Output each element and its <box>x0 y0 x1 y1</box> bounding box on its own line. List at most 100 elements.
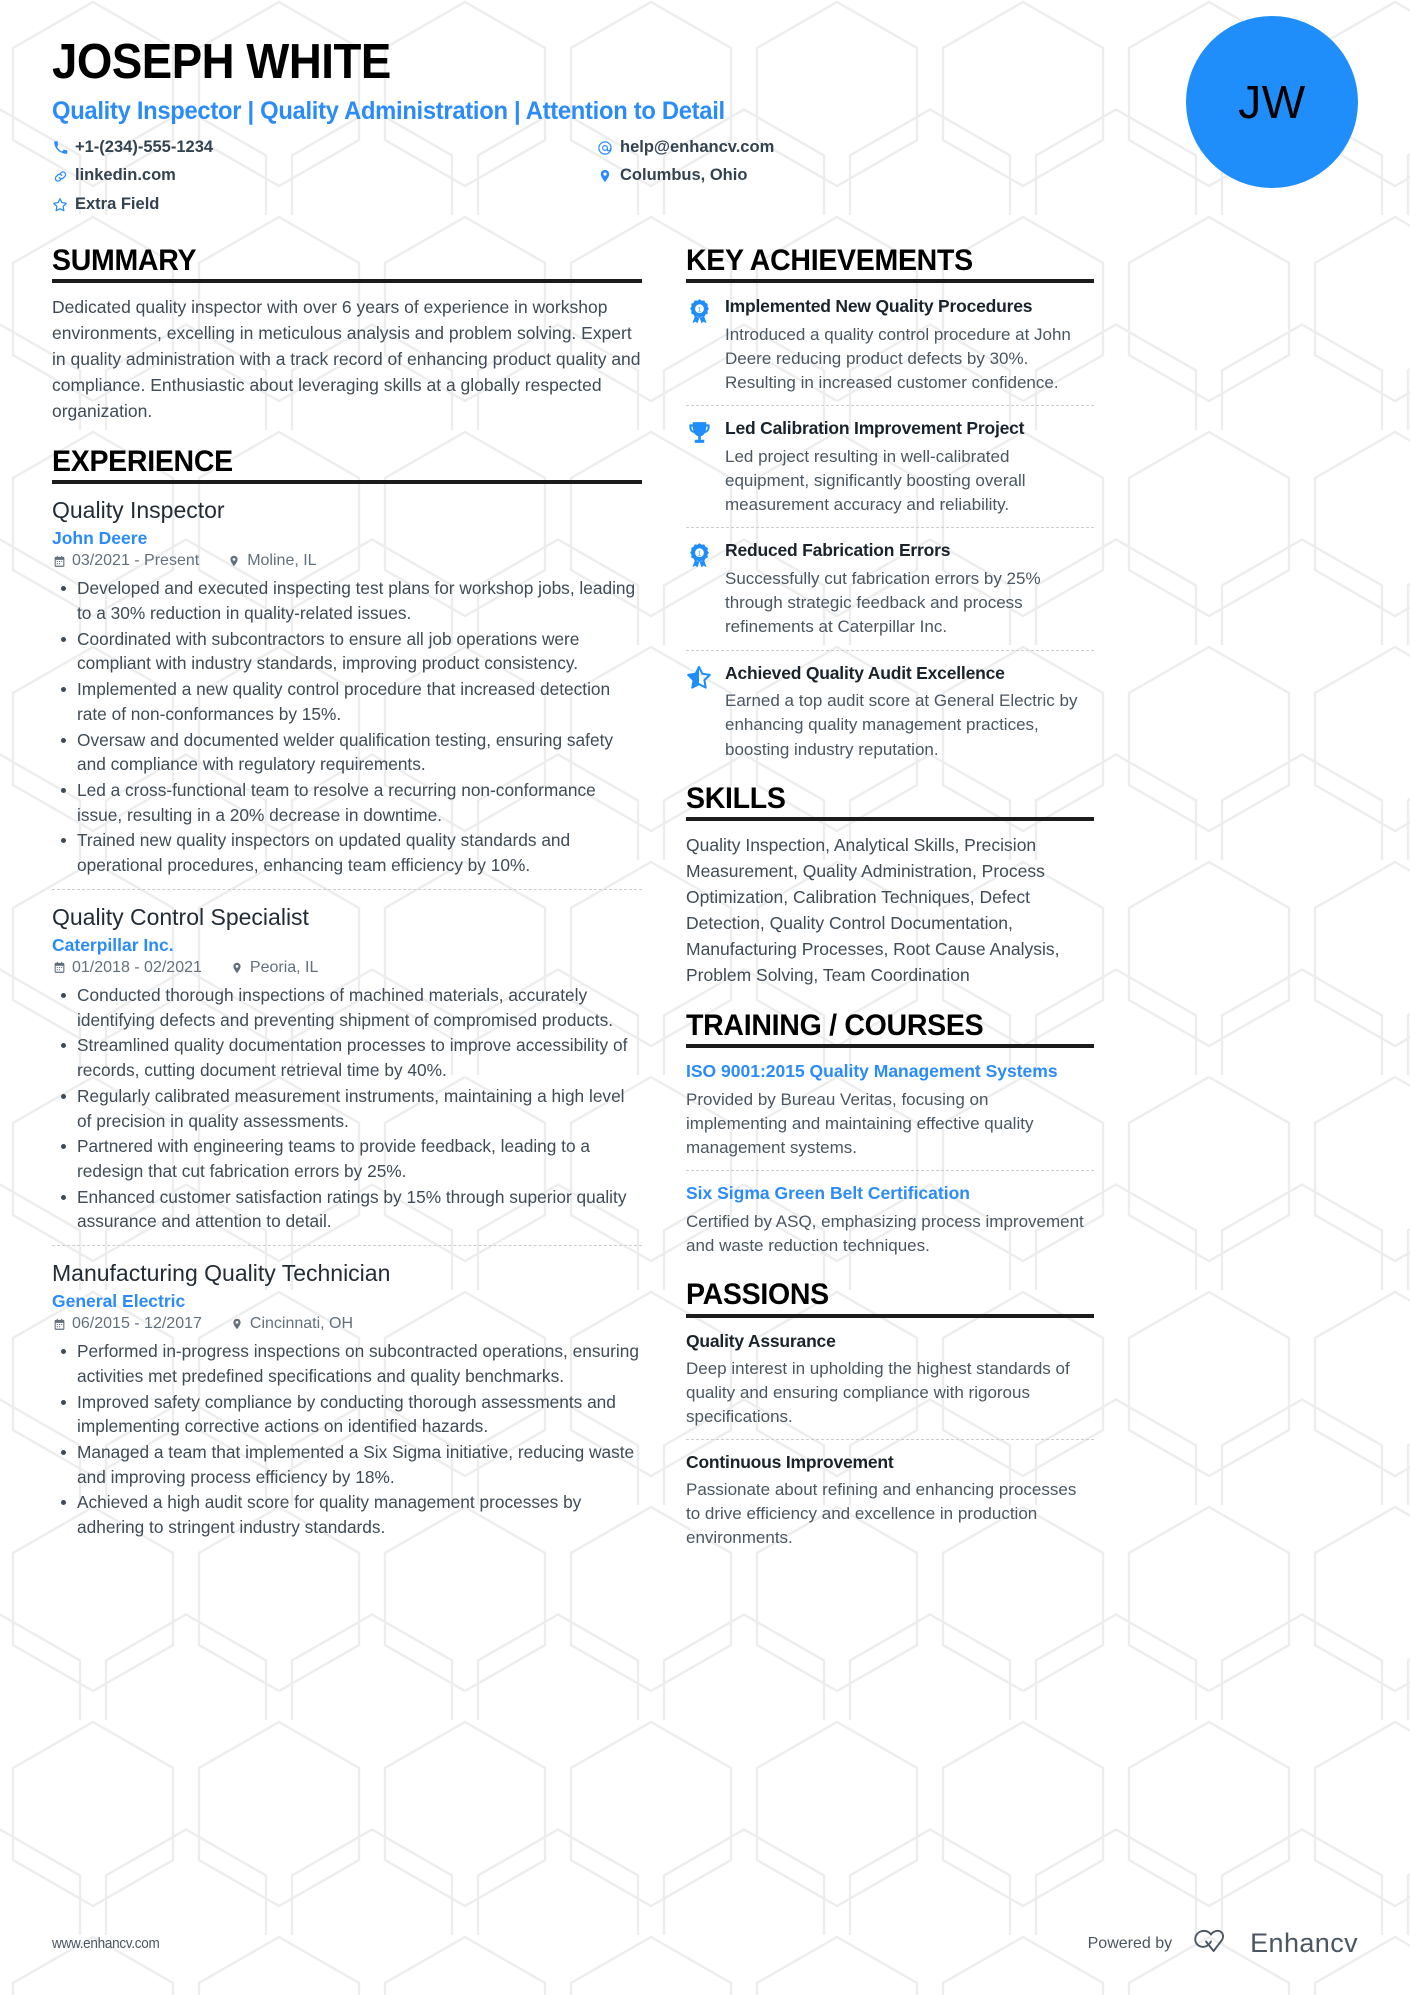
section-rule <box>52 279 642 284</box>
list-item: Streamlined quality documentation proces… <box>56 1033 642 1082</box>
contact-linkedin[interactable]: linkedin.com <box>52 163 597 189</box>
right-column: KEY ACHIEVEMENTS 1 Implemented New Quali… <box>686 244 1094 1571</box>
achievement-desc: Successfully cut fabrication errors by 2… <box>725 569 1041 637</box>
section-experience: EXPERIENCE Quality Inspector John Deere … <box>52 445 642 1540</box>
section-rule <box>686 1044 1094 1049</box>
list-item: Managed a team that implemented a Six Si… <box>56 1440 642 1489</box>
section-summary: SUMMARY Dedicated quality inspector with… <box>52 244 642 425</box>
calendar-icon <box>52 554 66 568</box>
achievement-item: 1 Implemented New Quality Procedures Int… <box>686 295 1094 395</box>
list-item: Coordinated with subcontractors to ensur… <box>56 627 642 676</box>
job-role: Manufacturing Quality Technician <box>52 1260 391 1287</box>
resume-columns: SUMMARY Dedicated quality inspector with… <box>52 244 1358 1571</box>
contact-phone-text: +1-(234)-555-1234 <box>75 137 214 156</box>
experience-entry: Quality Inspector John Deere 03/2021 - P… <box>52 496 642 878</box>
achievement-divider <box>686 649 1094 651</box>
job-company[interactable]: Caterpillar Inc. <box>52 935 642 956</box>
contact-location-text: Columbus, Ohio <box>620 166 748 185</box>
contact-location[interactable]: Columbus, Ohio <box>597 163 892 189</box>
enhancv-brand-name: Enhancv <box>1250 1928 1358 1958</box>
job-company[interactable]: General Electric <box>52 1291 642 1312</box>
list-item: Developed and executed inspecting test p… <box>56 576 642 625</box>
list-item: Led a cross-functional team to resolve a… <box>56 778 642 827</box>
training-desc: Provided by Bureau Veritas, focusing on … <box>686 1089 1034 1158</box>
job-dates: 01/2018 - 02/2021 <box>72 958 202 976</box>
achievement-item: 1 Reduced Fabrication Errors Successfull… <box>686 539 1094 639</box>
contact-extra-field[interactable]: Extra Field <box>52 192 597 218</box>
contact-linkedin-text: linkedin.com <box>75 166 176 185</box>
page-title: JOSEPH WHITE <box>52 35 391 89</box>
list-item: Partnered with engineering teams to prov… <box>56 1134 642 1183</box>
job-location: Moline, IL <box>247 552 317 570</box>
job-bullets: Conducted thorough inspections of machin… <box>56 983 642 1234</box>
job-dates: 06/2015 - 12/2017 <box>72 1315 202 1333</box>
skills-text: Quality Inspection, Analytical Skills, P… <box>686 835 1060 985</box>
avatar: JW <box>1186 16 1358 188</box>
job-location: Peoria, IL <box>249 958 319 976</box>
training-heading: TRAINING / COURSES <box>686 1008 984 1042</box>
entry-divider <box>52 888 642 890</box>
list-item: Conducted thorough inspections of machin… <box>56 983 642 1032</box>
passion-item: Continuous Improvement Passionate about … <box>686 1451 1094 1550</box>
achievement-title: Reduced Fabrication Errors <box>725 540 951 561</box>
training-divider <box>686 1170 1094 1172</box>
passion-divider <box>686 1439 1094 1441</box>
training-name[interactable]: Six Sigma Green Belt Certification <box>686 1182 1094 1205</box>
svg-text:1: 1 <box>697 307 701 314</box>
section-skills: SKILLS Quality Inspection, Analytical Sk… <box>686 782 1094 989</box>
skills-heading: SKILLS <box>686 781 786 815</box>
footer-branding: Powered by Enhancv <box>1088 1928 1358 1959</box>
ribbon-award-icon: 1 <box>686 539 712 639</box>
job-bullets: Developed and executed inspecting test p… <box>56 576 642 878</box>
resume-header: JOSEPH WHITE Quality Inspector | Quality… <box>52 0 1358 218</box>
passion-item: Quality Assurance Deep interest in uphol… <box>686 1330 1094 1429</box>
training-name[interactable]: ISO 9001:2015 Quality Management Systems <box>686 1060 1094 1083</box>
job-role: Quality Control Specialist <box>52 903 309 930</box>
contact-list: +1-(234)-555-1234 help@enhancv.com linke… <box>52 135 892 218</box>
achievement-desc: Introduced a quality control procedure a… <box>725 324 1071 393</box>
half-star-icon <box>686 662 712 762</box>
location-icon <box>230 961 244 975</box>
location-icon <box>227 554 241 568</box>
job-company[interactable]: John Deere <box>52 528 642 549</box>
achievement-title: Implemented New Quality Procedures <box>725 296 1033 317</box>
svg-text:1: 1 <box>697 551 701 558</box>
ribbon-award-icon: 1 <box>686 295 712 395</box>
calendar-icon <box>52 961 66 975</box>
entry-divider <box>52 1245 642 1247</box>
list-item: Oversaw and documented welder qualificat… <box>56 728 642 777</box>
section-passions: PASSIONS Quality Assurance Deep interest… <box>686 1278 1094 1550</box>
link-icon <box>52 168 68 184</box>
achievement-title: Led Calibration Improvement Project <box>725 418 1025 439</box>
location-icon <box>230 1317 244 1331</box>
achievement-item: Achieved Quality Audit Excellence Earned… <box>686 662 1094 762</box>
achievement-title: Achieved Quality Audit Excellence <box>725 662 1005 683</box>
experience-heading: EXPERIENCE <box>52 444 233 478</box>
contact-phone[interactable]: +1-(234)-555-1234 <box>52 135 597 161</box>
list-item: Enhanced customer satisfaction ratings b… <box>56 1185 642 1234</box>
list-item: Improved safety compliance by conducting… <box>56 1390 642 1439</box>
passion-name: Quality Assurance <box>686 1330 836 1351</box>
achievement-divider <box>686 527 1094 529</box>
left-column: SUMMARY Dedicated quality inspector with… <box>52 244 642 1571</box>
trophy-icon <box>686 417 712 517</box>
phone-icon <box>52 140 68 156</box>
achievement-divider <box>686 405 1094 407</box>
passion-desc: Deep interest in upholding the highest s… <box>686 1358 1070 1426</box>
powered-by-label: Powered by <box>1087 1934 1173 1952</box>
achievement-desc: Led project resulting in well-calibrated… <box>725 447 1026 515</box>
location-icon <box>597 168 613 184</box>
summary-heading: SUMMARY <box>52 243 197 277</box>
contact-email[interactable]: help@enhancv.com <box>597 135 892 161</box>
list-item: Implemented a new quality control proced… <box>56 677 642 726</box>
section-rule <box>52 480 642 485</box>
list-item: Performed in-progress inspections on sub… <box>56 1339 642 1388</box>
achievement-item: Led Calibration Improvement Project Led … <box>686 417 1094 517</box>
section-training-courses: TRAINING / COURSES ISO 9001:2015 Quality… <box>686 1009 1094 1259</box>
footer-website-url[interactable]: www.enhancv.com <box>52 1935 160 1952</box>
section-rule <box>686 1313 1094 1318</box>
key-achievements-heading: KEY ACHIEVEMENTS <box>686 243 973 277</box>
job-dates: 03/2021 - Present <box>72 552 200 570</box>
job-bullets: Performed in-progress inspections on sub… <box>56 1339 642 1540</box>
enhancv-logo-icon <box>1186 1928 1240 1959</box>
